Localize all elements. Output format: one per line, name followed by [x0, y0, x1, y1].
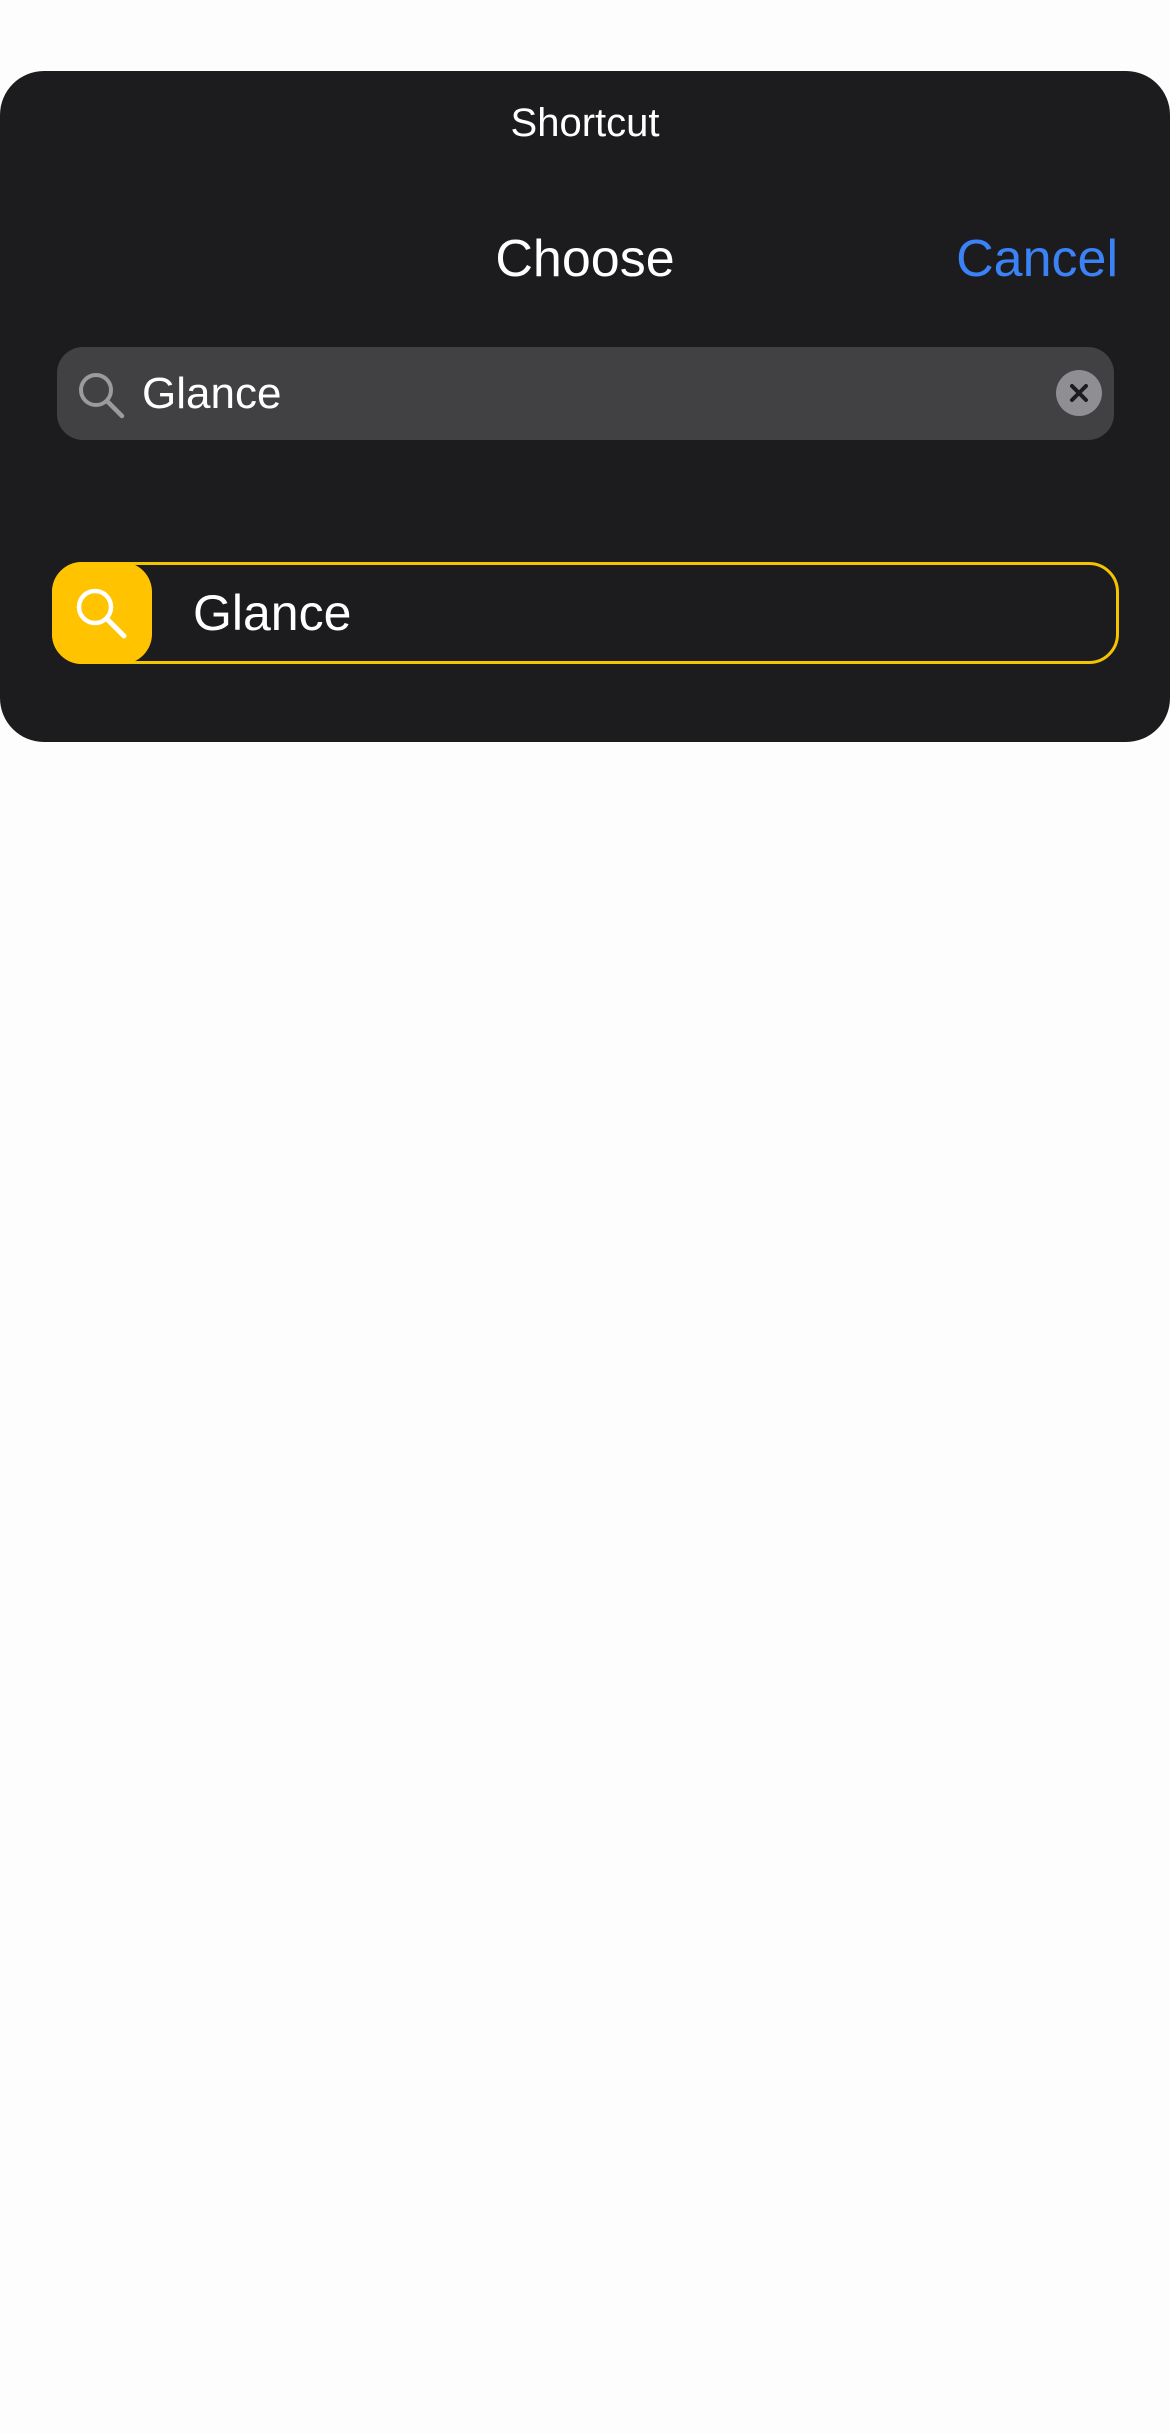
list-item[interactable]: Glance: [52, 562, 1119, 664]
list-item-label: Glance: [193, 585, 352, 641]
search-icon: [77, 371, 125, 419]
cancel-button[interactable]: Cancel: [956, 229, 1118, 289]
clear-icon: [1070, 384, 1088, 402]
search-icon: [76, 588, 127, 639]
app-label: Shortcut: [510, 101, 660, 145]
search-input[interactable]: Glance: [57, 347, 1114, 440]
search-value[interactable]: Glance: [142, 366, 281, 422]
result-icon-tile: [52, 562, 152, 664]
choose-sheet: Shortcut Choose Cancel Glance Glance: [0, 71, 1170, 742]
clear-search-button[interactable]: [1056, 370, 1102, 416]
